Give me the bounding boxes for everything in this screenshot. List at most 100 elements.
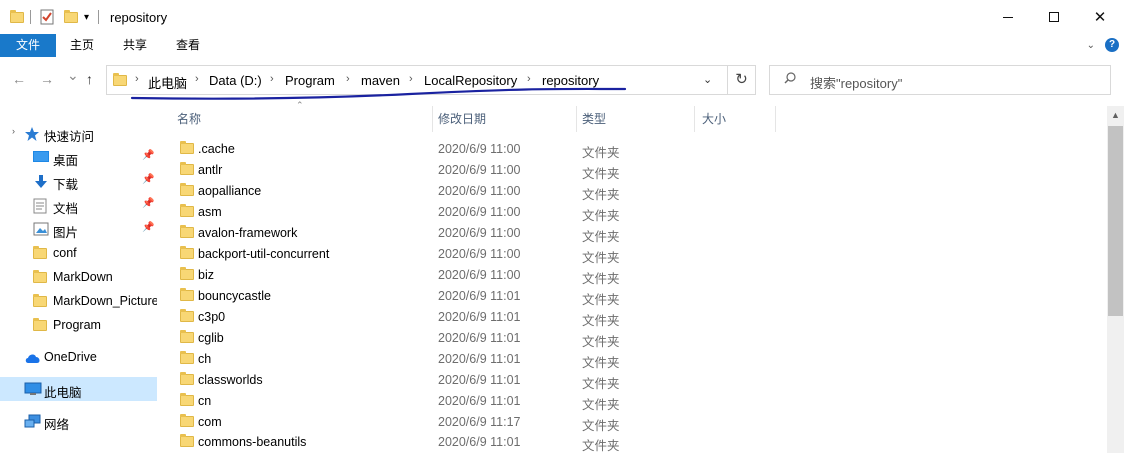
folder-icon <box>33 270 47 283</box>
file-name: asm <box>198 205 222 219</box>
properties-icon[interactable] <box>40 8 54 26</box>
file-type: 文件夹 <box>582 439 620 453</box>
folder-icon <box>180 351 194 364</box>
folder-icon <box>180 309 194 322</box>
file-type: 文件夹 <box>582 398 620 412</box>
table-row[interactable]: ch 2020/6/9 11:01 文件夹 <box>160 349 1100 370</box>
folder-icon <box>33 318 47 331</box>
pin-icon[interactable]: 📌 <box>142 198 154 209</box>
sidebar-item-markdown-picture[interactable]: MarkDown_Picture <box>0 289 157 313</box>
table-row[interactable]: biz 2020/6/9 11:00 文件夹 <box>160 265 1100 286</box>
folder-icon <box>180 225 194 238</box>
sidebar-item-downloads[interactable]: 下载 📌 <box>0 169 157 193</box>
file-date: 2020/6/9 11:00 <box>438 247 521 261</box>
table-row[interactable]: com 2020/6/9 11:17 文件夹 <box>160 412 1100 433</box>
file-type: 文件夹 <box>582 293 620 307</box>
sidebar-item-network[interactable]: 网络 <box>0 409 157 433</box>
tab-view[interactable]: 查看 <box>166 34 210 57</box>
file-type: 文件夹 <box>582 209 620 223</box>
sidebar-item-conf[interactable]: conf <box>0 241 157 265</box>
tab-home[interactable]: 主页 <box>60 34 104 57</box>
network-icon <box>24 414 41 428</box>
search-input[interactable]: 搜索"repository" <box>769 65 1111 95</box>
pin-icon[interactable]: 📌 <box>142 174 154 185</box>
file-name: biz <box>198 268 214 282</box>
chevron-right-icon: › <box>12 126 15 136</box>
expand-ribbon-icon[interactable]: ⌄ <box>1087 40 1095 51</box>
breadcrumb-separator: › <box>409 73 413 85</box>
refresh-button[interactable]: ↻ <box>728 65 756 95</box>
close-button[interactable]: ✕ <box>1077 0 1123 34</box>
file-type: 文件夹 <box>582 146 620 160</box>
title-bar: ▾ repository ✕ <box>0 0 1127 34</box>
folder-icon <box>33 246 47 259</box>
recent-locations-button[interactable]: ⌄ <box>67 67 79 84</box>
sidebar-item-pictures[interactable]: 图片 📌 <box>0 217 157 241</box>
download-icon <box>35 175 47 188</box>
file-name: com <box>198 415 222 429</box>
tab-share[interactable]: 共享 <box>113 34 157 57</box>
table-row[interactable]: aopalliance 2020/6/9 11:00 文件夹 <box>160 181 1100 202</box>
sidebar-item-documents[interactable]: 文档 📌 <box>0 193 157 217</box>
column-header-type[interactable]: 类型 <box>582 106 690 132</box>
folder-icon <box>180 393 194 406</box>
pin-icon[interactable]: 📌 <box>142 222 154 233</box>
file-name: antlr <box>198 163 223 177</box>
column-header-date[interactable]: 修改日期 <box>438 106 572 132</box>
sidebar-item-desktop[interactable]: 桌面 📌 <box>0 145 157 169</box>
back-button[interactable]: ← <box>12 71 26 87</box>
scroll-up-icon[interactable]: ▲ <box>1111 110 1120 120</box>
tab-file[interactable]: 文件 <box>0 34 56 57</box>
file-name: classworlds <box>198 373 263 387</box>
forward-button[interactable]: → <box>40 71 54 87</box>
sidebar-item-onedrive[interactable]: OneDrive <box>0 345 157 369</box>
column-header-name[interactable]: 名称 <box>177 106 431 132</box>
sidebar-item-markdown[interactable]: MarkDown <box>0 265 157 289</box>
scrollbar-thumb[interactable] <box>1108 126 1123 316</box>
table-row[interactable]: antlr 2020/6/9 11:00 文件夹 <box>160 160 1100 181</box>
help-icon[interactable]: ? <box>1105 38 1119 52</box>
file-name: c3p0 <box>198 310 226 324</box>
table-row[interactable]: bouncycastle 2020/6/9 11:01 文件夹 <box>160 286 1100 307</box>
file-name: .cache <box>198 142 235 156</box>
table-row[interactable]: classworlds 2020/6/9 11:01 文件夹 <box>160 370 1100 391</box>
new-folder-icon[interactable] <box>64 8 78 26</box>
table-row[interactable]: cn 2020/6/9 11:01 文件夹 <box>160 391 1100 412</box>
table-row[interactable]: commons-beanutils 2020/6/9 11:01 文件夹 <box>160 432 1100 453</box>
sidebar-item-quick-access[interactable]: › 快速访问 <box>0 121 157 145</box>
sidebar-item-this-pc[interactable]: 此电脑 <box>0 377 157 401</box>
file-date: 2020/6/9 11:01 <box>438 352 521 366</box>
breadcrumb-separator: › <box>270 73 274 85</box>
file-type: 文件夹 <box>582 251 620 265</box>
pin-icon[interactable]: 📌 <box>142 150 154 161</box>
address-dropdown-icon[interactable]: ⌄ <box>703 73 712 86</box>
minimize-button[interactable] <box>985 0 1031 34</box>
file-name: avalon-framework <box>198 226 298 240</box>
table-row[interactable]: c3p0 2020/6/9 11:01 文件夹 <box>160 307 1100 328</box>
folder-icon <box>180 288 194 301</box>
file-date: 2020/6/9 11:00 <box>438 142 521 156</box>
file-name: cglib <box>198 331 224 345</box>
table-row[interactable]: asm 2020/6/9 11:00 文件夹 <box>160 202 1100 223</box>
vertical-scrollbar[interactable]: ▲ <box>1107 106 1124 453</box>
sidebar-item-program[interactable]: Program <box>0 313 157 337</box>
table-row[interactable]: cglib 2020/6/9 11:01 文件夹 <box>160 328 1100 349</box>
file-name: aopalliance <box>198 184 262 198</box>
up-button[interactable]: ↑ <box>86 71 93 87</box>
table-row[interactable]: backport-util-concurrent 2020/6/9 11:00 … <box>160 244 1100 265</box>
quick-access-toolbar-dropdown-icon[interactable]: ▾ <box>84 8 89 26</box>
file-date: 2020/6/9 11:01 <box>438 310 521 324</box>
desktop-icon <box>33 151 49 162</box>
folder-icon <box>180 183 194 196</box>
file-name: bouncycastle <box>198 289 271 303</box>
table-row[interactable]: .cache 2020/6/9 11:00 文件夹 <box>160 139 1100 160</box>
file-type: 文件夹 <box>582 167 620 181</box>
minimize-icon <box>1003 16 1013 18</box>
column-header-size[interactable]: 大小 <box>702 106 772 132</box>
underline-annotation <box>130 87 627 100</box>
folder-icon <box>180 141 194 154</box>
folder-icon <box>180 204 194 217</box>
maximize-button[interactable] <box>1031 0 1077 34</box>
table-row[interactable]: avalon-framework 2020/6/9 11:00 文件夹 <box>160 223 1100 244</box>
document-icon <box>33 198 47 214</box>
